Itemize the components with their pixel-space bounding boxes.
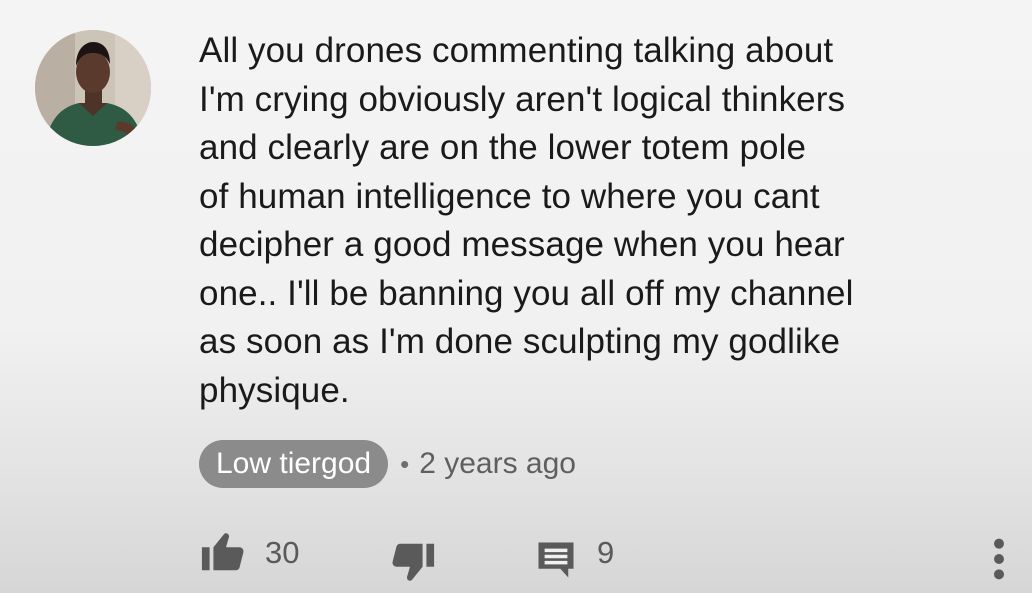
meta-separator: • [400, 448, 410, 479]
comment-actions: 30 9 [0, 530, 1032, 582]
comment-text: All you drones commenting talking about … [199, 31, 854, 410]
avatar[interactable] [35, 30, 151, 146]
comment-timestamp: 2 years ago [419, 447, 576, 480]
reply-count: 9 [597, 535, 615, 570]
comment-card: All you drones commenting talking about … [0, 0, 1032, 593]
reply-comment-icon[interactable] [535, 539, 577, 581]
more-vertical-icon[interactable] [988, 536, 1010, 582]
thumbs-up-icon[interactable] [200, 530, 246, 576]
comment-meta: Low tiergod • 2 years ago [199, 440, 576, 488]
author-name-chip[interactable]: Low tiergod [199, 440, 389, 488]
thumbs-down-icon[interactable] [390, 538, 436, 584]
like-count: 30 [265, 535, 300, 570]
avatar-image [35, 30, 151, 146]
